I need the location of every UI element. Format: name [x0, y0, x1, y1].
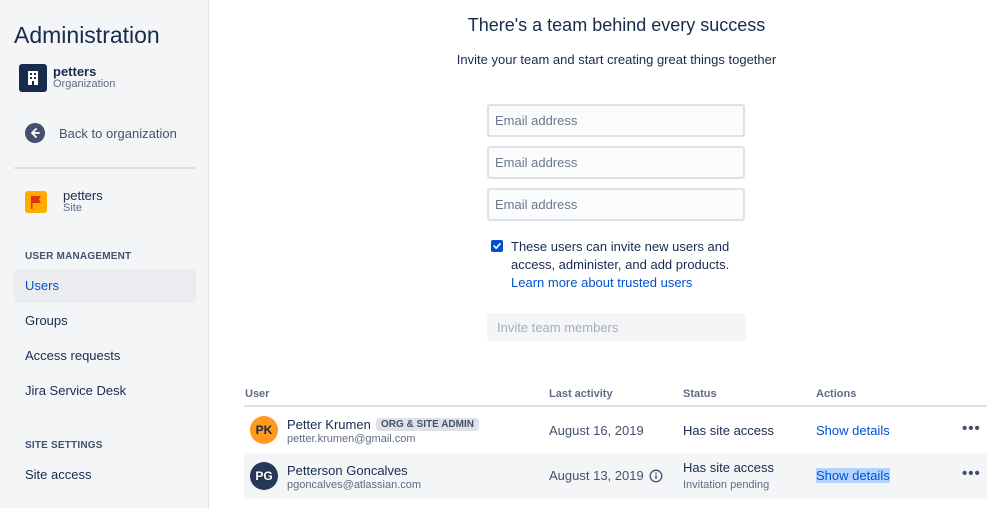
trusted-users-option: These users can invite new users and acc… [491, 238, 751, 292]
last-activity: August 16, 2019 [549, 423, 644, 438]
site-flag-icon [25, 191, 47, 213]
email-field-1[interactable] [487, 104, 745, 137]
site-name: petters [63, 188, 103, 203]
column-header-status: Status [683, 388, 717, 400]
site-type: Site [63, 202, 82, 214]
last-activity-date: August 16, 2019 [549, 423, 644, 438]
show-details-link[interactable]: Show details [816, 423, 890, 438]
site-switcher[interactable]: petters Site [25, 189, 103, 215]
info-icon[interactable] [649, 469, 663, 483]
user-email: pgoncalves@atlassian.com [287, 479, 422, 491]
sidebar: Administration petters Organization Back… [0, 0, 209, 508]
user-email: petter.krumen@gmail.com [287, 433, 416, 445]
show-details-link[interactable]: Show details [816, 468, 890, 483]
back-label: Back to organization [59, 125, 177, 141]
back-to-organization-link[interactable]: Back to organization [25, 123, 177, 143]
sidebar-item-site-access[interactable]: Site access [14, 458, 196, 492]
user-name[interactable]: Petter Krumen [287, 417, 371, 432]
user-management-header: USER MANAGEMENT [25, 251, 132, 262]
sidebar-item-jira-service-desk[interactable]: Jira Service Desk [14, 374, 196, 408]
avatar: PG [250, 462, 278, 490]
sidebar-item-access-requests[interactable]: Access requests [14, 339, 196, 373]
invite-subtitle: Invite your team and start creating grea… [456, 52, 777, 67]
status-text: Has site access [683, 460, 775, 475]
checkmark-icon [493, 243, 501, 249]
more-actions-icon[interactable]: ••• [962, 420, 981, 437]
column-header-last-activity: Last activity [549, 388, 613, 400]
learn-more-link[interactable]: Learn more about trusted users [511, 274, 751, 292]
column-header-user: User [245, 388, 270, 400]
column-header-actions: Actions [816, 388, 857, 400]
table-row: PG Petterson Goncalves pgoncalves@atlass… [244, 453, 987, 499]
sidebar-divider [14, 167, 196, 169]
invite-team-members-button[interactable]: Invite team members [487, 313, 746, 341]
last-activity-date: August 13, 2019 [549, 468, 644, 483]
org-type: Organization [53, 78, 116, 90]
building-icon [19, 64, 47, 92]
trusted-users-checkbox[interactable] [491, 240, 503, 252]
more-actions-icon[interactable]: ••• [962, 465, 981, 482]
status-subtext: Invitation pending [683, 479, 770, 491]
org-switcher[interactable]: petters Organization [19, 64, 115, 92]
arrow-left-icon [25, 123, 45, 143]
email-field-3[interactable] [487, 188, 745, 221]
org-name: petters [53, 64, 97, 79]
user-name[interactable]: Petterson Goncalves [287, 463, 408, 478]
sidebar-item-users[interactable]: Users [14, 269, 196, 303]
last-activity: August 13, 2019 [549, 468, 663, 483]
trusted-users-label: These users can invite new users and acc… [511, 239, 730, 272]
table-row: PK Petter Krumen ORG & SITE ADMIN petter… [244, 407, 987, 453]
role-badge: ORG & SITE ADMIN [376, 418, 479, 431]
site-settings-header: SITE SETTINGS [25, 440, 103, 451]
page-title: Administration [14, 22, 160, 48]
avatar: PK [250, 416, 278, 444]
invite-title: There's a team behind every success [467, 15, 766, 35]
email-field-2[interactable] [487, 146, 745, 179]
status-text: Has site access [683, 423, 775, 438]
sidebar-item-groups[interactable]: Groups [14, 304, 196, 338]
